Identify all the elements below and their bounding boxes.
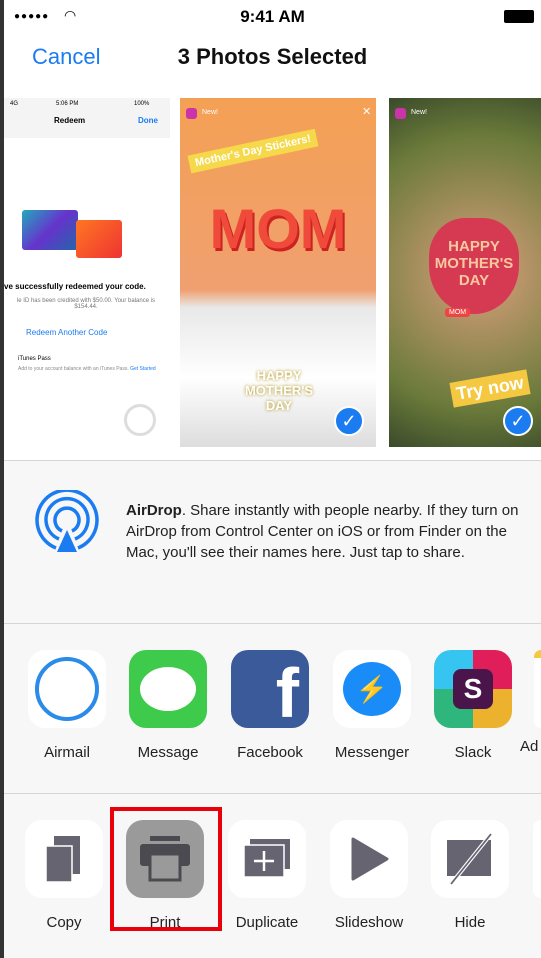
- app-messenger[interactable]: ⚡ Messenger: [333, 650, 411, 761]
- facebook-icon: f: [231, 650, 309, 728]
- mini-carrier: 4G: [10, 101, 19, 107]
- app-label: Slack: [454, 744, 492, 761]
- itunes-pass-label: iTunes Pass: [18, 356, 51, 362]
- divider: [4, 793, 541, 794]
- action-duplicate[interactable]: Duplicate: [228, 820, 306, 931]
- messenger-icon: ⚡: [333, 650, 411, 728]
- unselected-circle[interactable]: [124, 404, 156, 436]
- status-bar: ●●●●● ◠ 9:41 AM: [4, 0, 541, 32]
- action-hide[interactable]: Hide: [431, 820, 509, 931]
- sticker-banner: Mother's Day Stickers!: [187, 128, 319, 174]
- action-copy[interactable]: Copy: [25, 820, 103, 931]
- redeem-another-link: Redeem Another Code: [26, 328, 108, 337]
- airdrop-text: . Share instantly with people nearby. If…: [126, 502, 519, 561]
- close-icon: ✕: [362, 106, 372, 118]
- app-label: Messenger: [334, 744, 410, 761]
- action-label: Hide: [454, 914, 486, 931]
- app-slack[interactable]: S Slack: [434, 650, 512, 761]
- page-title: 3 Photos Selected: [177, 44, 368, 69]
- gift-card-orange: [76, 220, 122, 258]
- credit-text: le ID has been credited with $50.00. You…: [16, 298, 156, 310]
- app-label: Airmail: [44, 744, 90, 761]
- mini-title: Redeem: [54, 116, 86, 125]
- selected-checkmark: ✓: [503, 406, 533, 436]
- itunes-desc: Add to your account balance with an iTun…: [18, 366, 158, 372]
- gift-cards-image: [22, 210, 78, 250]
- print-highlight-box: [110, 807, 222, 931]
- heart-text: HAPPY MOTHER'S DAY: [429, 218, 519, 314]
- duplicate-icon: [228, 820, 306, 898]
- instagram-icon: [395, 108, 406, 119]
- divider: [4, 623, 541, 624]
- slideshow-icon: [330, 820, 408, 898]
- nav-bar: Cancel 3 Photos Selected: [4, 32, 541, 88]
- divider: [4, 460, 541, 461]
- new-badge: New!: [202, 109, 218, 116]
- photo-thumbnail-3[interactable]: New! HAPPY MOTHER'S DAY MOM Try now ✓: [389, 98, 541, 447]
- status-time: 9:41 AM: [240, 7, 305, 26]
- airdrop-description: AirDrop. Share instantly with people nea…: [126, 500, 526, 563]
- more-action-icon[interactable]: [533, 820, 541, 898]
- message-icon: [129, 650, 207, 728]
- instagram-icon: [186, 108, 197, 119]
- happy-mothers-day: HAPPY MOTHER'S DAY: [244, 368, 314, 413]
- mini-battery: 100%: [134, 101, 150, 107]
- mini-time: 5:06 PM: [56, 101, 79, 107]
- airmail-icon: [28, 650, 106, 728]
- app-label-notes: Ad: [520, 738, 539, 755]
- airdrop-title: AirDrop: [126, 502, 182, 519]
- mom-text: MOM: [209, 197, 347, 260]
- slack-icon: S: [434, 650, 512, 728]
- app-airmail[interactable]: Airmail: [28, 650, 106, 761]
- selected-checkmark: ✓: [334, 406, 364, 436]
- notes-icon[interactable]: [534, 650, 541, 728]
- app-label: Message: [137, 744, 199, 761]
- action-label: Duplicate: [235, 914, 299, 931]
- photo-thumbnail-2[interactable]: New! ✕ Mother's Day Stickers! MOM HAPPY …: [180, 98, 376, 447]
- photo-thumbnail-1[interactable]: 4G 5:06 PM 100% Redeem Done ve successfu…: [4, 98, 170, 447]
- action-label: Copy: [46, 914, 82, 931]
- action-slideshow[interactable]: Slideshow: [330, 820, 408, 931]
- app-facebook[interactable]: f Facebook: [231, 650, 309, 761]
- try-now-banner: Try now: [449, 369, 531, 408]
- mom-tag: MOM: [445, 308, 471, 317]
- battery-icon: [504, 10, 534, 23]
- hide-icon: [431, 820, 509, 898]
- app-label: Facebook: [237, 744, 303, 761]
- app-message[interactable]: Message: [129, 650, 207, 761]
- copy-icon: [25, 820, 103, 898]
- airdrop-icon[interactable]: [32, 488, 102, 560]
- itunes-desc-text: Add to your account balance with an iTun…: [18, 366, 129, 372]
- action-label: Slideshow: [334, 914, 404, 931]
- get-started-link: Get Started: [130, 366, 156, 372]
- mini-done: Done: [138, 116, 158, 125]
- success-text: ve successfully redeemed your code.: [4, 282, 146, 291]
- new-badge: New!: [411, 109, 427, 116]
